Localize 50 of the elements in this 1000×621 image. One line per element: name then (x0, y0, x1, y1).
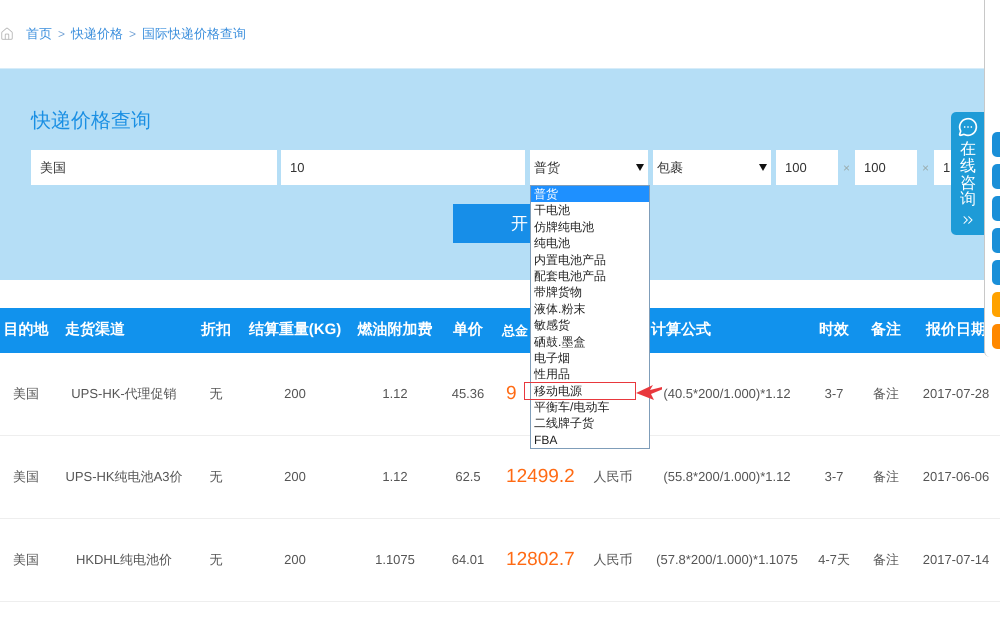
times-sign: × (922, 160, 929, 176)
table-cell-text: 人民币 (594, 468, 632, 486)
column-header: 折扣 (201, 320, 231, 340)
table-cell-text: 备注 (873, 468, 899, 486)
table-cell-text: 2017-07-28 (922, 385, 990, 404)
column-header: 燃油附加费 (358, 320, 432, 340)
table-cell-text: 200 (284, 551, 306, 570)
table-cell-text: 无 (210, 385, 222, 404)
table-cell-text: 3-7 (824, 385, 844, 404)
breadcrumb-separator: > (58, 26, 66, 43)
table-cell-text: 1.1075 (375, 551, 415, 570)
column-header: 单价 (453, 320, 483, 340)
table-cell-text: 1.12 (382, 385, 408, 404)
table-cell-text: 2017-06-06 (922, 468, 990, 486)
table-cell-text: 美国 (13, 551, 39, 570)
column-header: 走货渠道 (65, 320, 125, 340)
column-header: 目的地 (4, 320, 48, 340)
total-amount: 12499.2 (506, 464, 575, 489)
table-cell-text: UPS-HK纯电池A3价 (65, 468, 183, 486)
table-cell-text: UPS-HK-代理促销 (71, 385, 177, 404)
column-header: 计算公式 (651, 320, 711, 340)
table-cell-text: 200 (284, 385, 306, 404)
column-header: 总金 (502, 322, 528, 340)
table-cell-text: HKDHL纯电池价 (76, 551, 172, 570)
table-cell-text: 62.5 (455, 468, 481, 486)
table-cell-text: 1.12 (382, 468, 408, 486)
table-cell-text: (55.8*200/1.000)*1.12 (663, 468, 791, 486)
table-cell-text: 64.01 (452, 551, 484, 570)
table-cell-text: 备注 (873, 551, 899, 570)
column-header: 备注 (871, 320, 901, 340)
table-cell-text: (40.5*200/1.000)*1.12 (663, 385, 791, 404)
table-cell-text: 备注 (873, 385, 899, 404)
total-amount: 12802.7 (506, 548, 575, 572)
table-cell-text: 无 (210, 551, 222, 570)
table-cell-text: 美国 (13, 385, 39, 404)
total-amount: 9 (506, 382, 517, 406)
table-cell-text: 45.36 (452, 385, 484, 404)
table-cell-text: 2017-07-14 (922, 551, 990, 570)
table-cell-text: 无 (210, 468, 222, 486)
table-cell-text: (57.8*200/1.000)*1.1075 (656, 551, 798, 570)
table-cell-text: 人民币 (594, 551, 632, 570)
table-cell-text: 美国 (13, 468, 39, 486)
table-cell-text: 200 (284, 468, 306, 486)
times-sign: × (842, 160, 850, 176)
column-header: 时效 (819, 320, 849, 340)
column-header: 结算重量(KG) (248, 320, 342, 340)
table-cell-text: 4-7天 (818, 551, 850, 570)
table-cell-text: 3-7 (824, 468, 844, 486)
breadcrumb-separator: > (129, 26, 136, 43)
panel-title: 快递价格查询 (31, 109, 151, 133)
